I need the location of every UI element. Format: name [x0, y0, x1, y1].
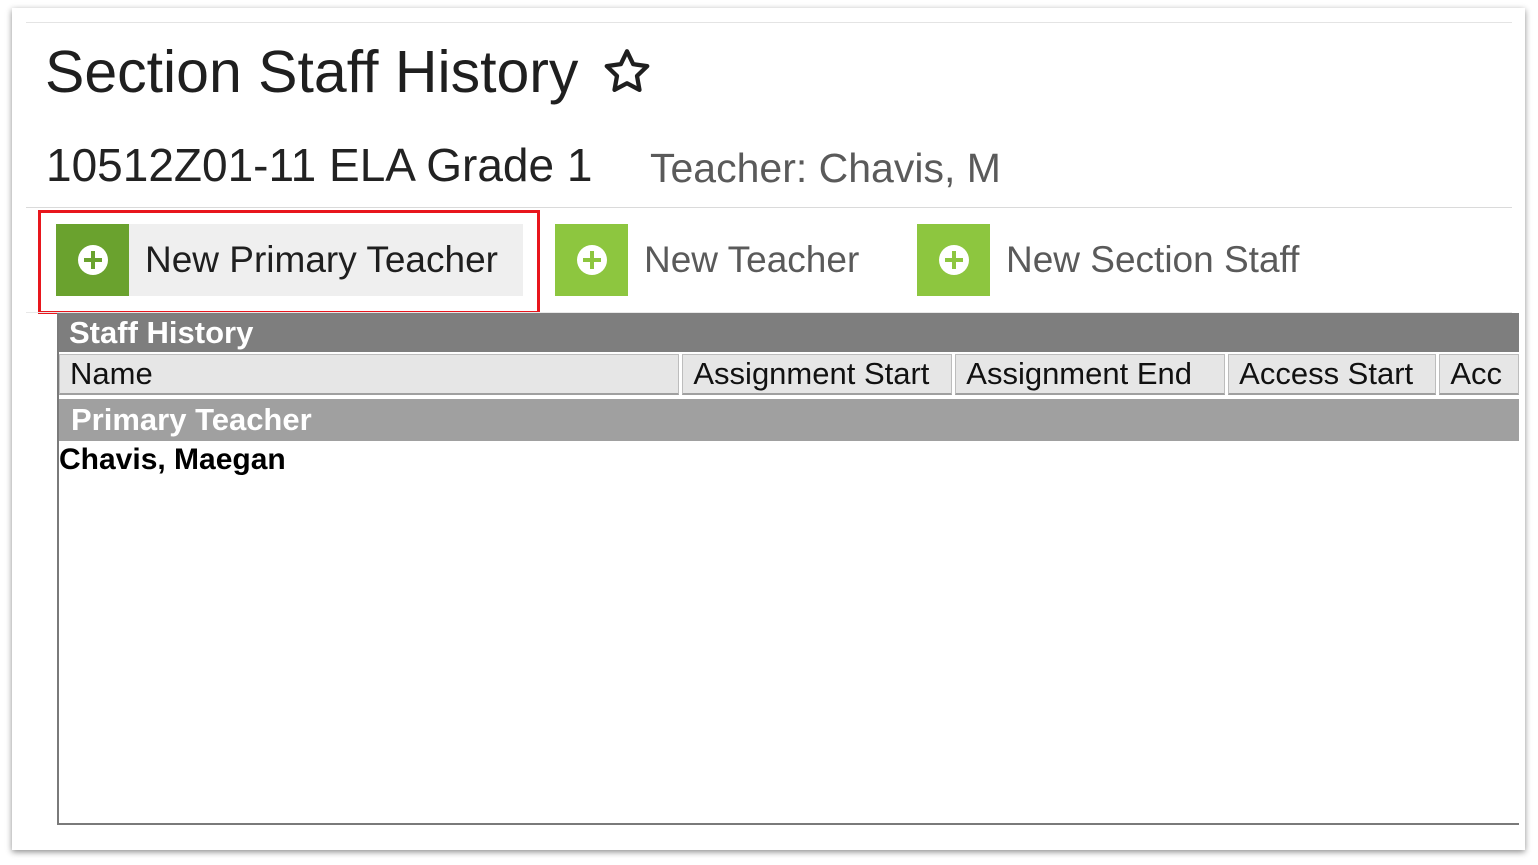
column-header-access-start[interactable]: Access Start — [1228, 354, 1437, 395]
column-header-assignment-end[interactable]: Assignment End — [955, 354, 1226, 395]
plus-circle-icon-svg — [938, 245, 969, 275]
new-teacher-label: New Teacher — [644, 239, 860, 280]
column-header-access-end[interactable]: Acc — [1439, 354, 1520, 395]
section-teacher: Teacher: Chavis, M — [650, 145, 1001, 191]
column-header-name[interactable]: Name — [59, 354, 680, 395]
top-border — [26, 22, 1512, 23]
plus-circle-icon — [555, 224, 628, 296]
new-section-staff-button[interactable]: New Section Staff — [917, 224, 1299, 296]
plus-circle-icon — [917, 224, 990, 296]
page-title: Section Staff History — [45, 39, 579, 105]
new-section-staff-label: New Section Staff — [1006, 239, 1300, 280]
highlight-box — [38, 210, 540, 314]
star-icon[interactable] — [600, 45, 654, 99]
page-title-row: Section Staff History — [45, 38, 654, 106]
staff-history-table: Staff History Name Assignment Start Assi… — [57, 313, 1520, 825]
column-header-assignment-start[interactable]: Assignment Start — [682, 354, 953, 395]
plus-circle-icon-svg — [576, 245, 607, 275]
header-divider — [26, 207, 1512, 208]
section-name: 10512Z01-11 ELA Grade 1 — [46, 139, 593, 191]
table-caption: Staff History — [59, 313, 1519, 352]
table-row[interactable]: Chavis, Maegan — [59, 443, 286, 477]
new-teacher-button[interactable]: New Teacher — [555, 224, 859, 296]
table-header-row: Name Assignment Start Assignment End Acc… — [59, 354, 1520, 395]
star-icon-svg — [605, 49, 650, 93]
group-row-primary-teacher: Primary Teacher — [59, 399, 1519, 441]
screenshot-frame: Section Staff History 10512Z01-11 ELA Gr… — [12, 8, 1525, 850]
